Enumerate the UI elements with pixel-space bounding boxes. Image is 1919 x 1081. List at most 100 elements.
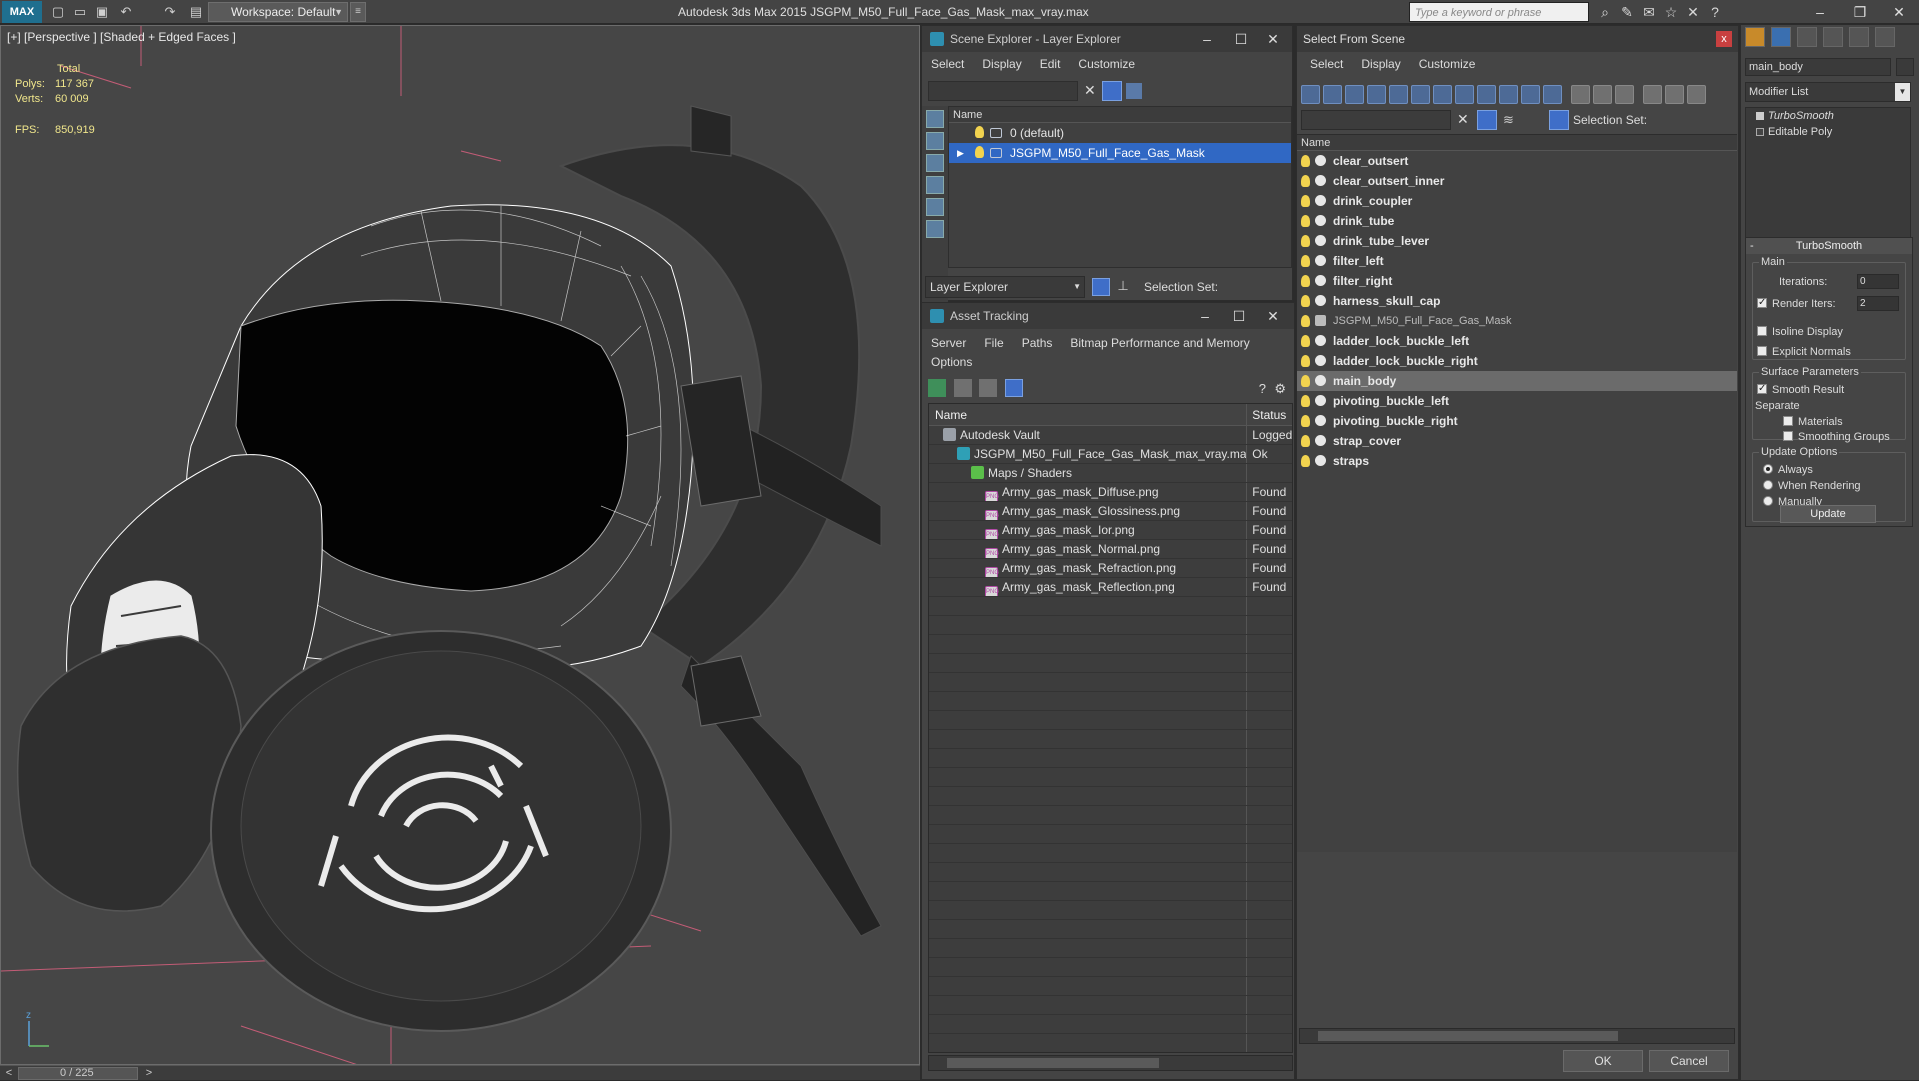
- select-none-icon[interactable]: [1593, 85, 1612, 104]
- settings-icon[interactable]: ⚙: [1274, 381, 1286, 397]
- viewport-label[interactable]: [+] [Perspective ] [Shaded + Edged Faces…: [7, 30, 236, 44]
- modify-tab-icon[interactable]: [1771, 27, 1791, 47]
- display-xrefs-icon[interactable]: [1477, 85, 1496, 104]
- explicit-normals-toggle[interactable]: Explicit Normals: [1757, 345, 1851, 359]
- object-row[interactable]: pivoting_buckle_right: [1297, 411, 1737, 431]
- object-row[interactable]: drink_tube: [1297, 211, 1737, 231]
- display-helpers-icon[interactable]: [926, 198, 944, 216]
- motion-tab-icon[interactable]: [1823, 27, 1843, 47]
- help-icon[interactable]: ?: [1259, 381, 1266, 396]
- visibility-bulb-icon[interactable]: [1301, 435, 1310, 447]
- visibility-bulb-icon[interactable]: [1301, 275, 1310, 287]
- materials-checkbox[interactable]: [1783, 416, 1793, 426]
- object-row[interactable]: ladder_lock_buckle_left: [1297, 331, 1737, 351]
- isoline-checkbox[interactable]: [1757, 326, 1767, 336]
- utilities-tab-icon[interactable]: [1875, 27, 1895, 47]
- minimize-icon[interactable]: –: [1192, 26, 1222, 52]
- ok-button[interactable]: OK: [1563, 1050, 1643, 1072]
- display-bones-icon[interactable]: [1499, 85, 1518, 104]
- save-icon[interactable]: ▣: [92, 2, 112, 22]
- asset-tracking-titlebar[interactable]: Asset Tracking – ☐ ✕: [922, 303, 1294, 329]
- display-geometry-icon[interactable]: [1323, 85, 1342, 104]
- scene-explorer-titlebar[interactable]: Scene Explorer - Layer Explorer – ☐ ✕: [922, 26, 1292, 52]
- layers-icon[interactable]: ≋: [1503, 112, 1514, 128]
- menu-file[interactable]: File: [975, 333, 1012, 353]
- visibility-bulb-icon[interactable]: [1301, 295, 1310, 307]
- tree-view-icon[interactable]: [979, 379, 998, 397]
- visibility-bulb-icon[interactable]: [1301, 175, 1310, 187]
- layer-row-default[interactable]: 0 (default): [949, 123, 1291, 143]
- menu-select[interactable]: Select: [922, 54, 973, 74]
- close-button[interactable]: ✕: [1879, 0, 1919, 24]
- rollout-header[interactable]: - TurboSmooth: [1746, 238, 1912, 254]
- menu-select[interactable]: Select: [1301, 54, 1352, 74]
- hierarchy-mode-icon[interactable]: [1549, 110, 1569, 130]
- scrollbar-thumb[interactable]: [1318, 1031, 1618, 1041]
- select-from-scene-titlebar[interactable]: Select From Scene x: [1297, 26, 1738, 52]
- find-filter-icon[interactable]: [1477, 110, 1497, 130]
- select-all-icon[interactable]: [1571, 85, 1590, 104]
- object-color-swatch[interactable]: [1896, 58, 1914, 76]
- visibility-bulb-icon[interactable]: [1301, 375, 1310, 387]
- column-name[interactable]: Name: [929, 404, 1248, 425]
- menu-options[interactable]: Options: [922, 352, 981, 372]
- scrollbar-thumb[interactable]: [947, 1058, 1159, 1068]
- visibility-bulb-icon[interactable]: [1301, 155, 1310, 167]
- update-when-rendering-option[interactable]: When Rendering: [1763, 479, 1861, 493]
- display-spacewarps-icon[interactable]: [926, 220, 944, 238]
- bulb-icon[interactable]: [1756, 112, 1764, 120]
- display-containers-icon[interactable]: [1521, 85, 1540, 104]
- smoothing-groups-toggle[interactable]: Smoothing Groups: [1783, 430, 1890, 444]
- asset-row[interactable]: Autodesk Vault Logged: [929, 426, 1292, 445]
- display-tab-icon[interactable]: [1849, 27, 1869, 47]
- layers-toggle-icon[interactable]: [1092, 278, 1110, 296]
- display-cameras-icon[interactable]: [1389, 85, 1408, 104]
- layer-row-gas-mask[interactable]: ▶ JSGPM_M50_Full_Face_Gas_Mask: [949, 143, 1291, 163]
- clear-search-icon[interactable]: ✕: [1084, 82, 1096, 99]
- object-row[interactable]: clear_outsert: [1297, 151, 1737, 171]
- select-search-input[interactable]: [1301, 110, 1451, 130]
- object-row[interactable]: straps: [1297, 451, 1737, 471]
- object-row[interactable]: drink_coupler: [1297, 191, 1737, 211]
- object-row[interactable]: main_body: [1297, 371, 1737, 391]
- list-view-icon[interactable]: [953, 379, 972, 397]
- object-name-field[interactable]: main_body: [1745, 58, 1891, 76]
- subscription-icon[interactable]: ✎: [1616, 0, 1638, 24]
- visibility-bulb-icon[interactable]: [1301, 455, 1310, 467]
- menu-customize[interactable]: Customize: [1410, 54, 1485, 74]
- asset-row[interactable]: Maps / Shaders: [929, 464, 1292, 483]
- menu-display[interactable]: Display: [1352, 54, 1409, 74]
- visibility-bulb-icon[interactable]: [1301, 255, 1310, 267]
- object-row[interactable]: filter_right: [1297, 271, 1737, 291]
- maximize-icon[interactable]: ☐: [1226, 26, 1256, 52]
- visibility-bulb-icon[interactable]: [1301, 215, 1310, 227]
- asset-row[interactable]: JSGPM_M50_Full_Face_Gas_Mask_max_vray.ma…: [929, 445, 1292, 464]
- display-groups-icon[interactable]: [1455, 85, 1474, 104]
- display-shapes-icon[interactable]: [1345, 85, 1364, 104]
- scene-explorer-search-input[interactable]: [928, 81, 1078, 101]
- menu-customize[interactable]: Customize: [1069, 54, 1144, 74]
- perspective-viewport[interactable]: z [+] [Perspective ] [Shaded + Edged Fac…: [0, 25, 920, 1065]
- stack-item-editable-poly[interactable]: Editable Poly: [1746, 124, 1910, 140]
- visibility-bulb-icon[interactable]: [1301, 335, 1310, 347]
- expand-icon[interactable]: [1756, 128, 1764, 136]
- visibility-bulb-icon[interactable]: [1301, 315, 1310, 327]
- expand-arrow-icon[interactable]: ▶: [957, 143, 964, 163]
- asset-row[interactable]: PNG Army_gas_mask_Ior.png Found: [929, 521, 1292, 540]
- visibility-bulb-icon[interactable]: [1301, 395, 1310, 407]
- close-button[interactable]: x: [1716, 31, 1732, 47]
- binoculars-icon[interactable]: ⌕: [1594, 0, 1616, 24]
- column-status[interactable]: Status: [1247, 404, 1292, 425]
- display-helpers-icon[interactable]: [1411, 85, 1430, 104]
- hierarchy-tab-icon[interactable]: [1797, 27, 1817, 47]
- iterations-spinner[interactable]: 0: [1857, 274, 1899, 289]
- hierarchy-icon[interactable]: ⊥: [1114, 278, 1132, 296]
- smooth-result-checkbox[interactable]: [1757, 382, 1767, 396]
- menu-bitmap-performance[interactable]: Bitmap Performance and Memory: [1061, 333, 1258, 353]
- object-row[interactable]: ladder_lock_buckle_right: [1297, 351, 1737, 371]
- create-tab-icon[interactable]: [1745, 27, 1765, 47]
- close-icon[interactable]: ✕: [1258, 26, 1288, 52]
- display-frozen-icon[interactable]: [1543, 85, 1562, 104]
- close-icon[interactable]: ✕: [1258, 303, 1288, 329]
- object-row[interactable]: JSGPM_M50_Full_Face_Gas_Mask: [1297, 311, 1737, 331]
